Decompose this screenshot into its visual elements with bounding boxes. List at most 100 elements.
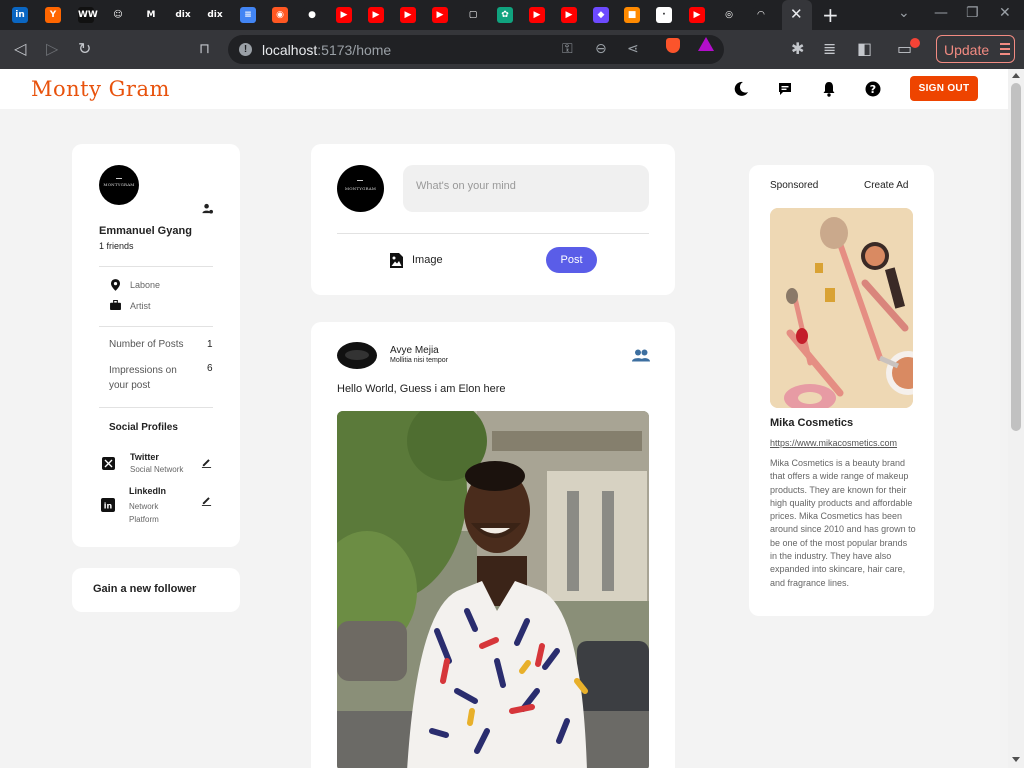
notifications-bell-icon[interactable] <box>820 80 838 98</box>
tab-favicon-docs-icon[interactable]: ≡ <box>240 7 256 23</box>
ad-website-link[interactable]: https://www.mikacosmetics.com <box>770 438 897 448</box>
gain-follower-card[interactable]: Gain a new follower <box>72 568 240 612</box>
extensions-icon[interactable]: ✱ <box>791 39 804 59</box>
social-name-twitter[interactable]: Twitter <box>130 452 159 462</box>
share-icon[interactable]: ⋖ <box>627 41 639 57</box>
tab-favicon-youtube-icon[interactable]: ▶ <box>368 7 384 23</box>
tab-favicon-chatgpt-icon[interactable]: ✿ <box>497 7 513 23</box>
social-profiles-title: Social Profiles <box>109 422 178 433</box>
tab-favicon-youtube-icon[interactable]: ▶ <box>336 7 352 23</box>
profile-name[interactable]: Emmanuel Gyang <box>99 225 192 237</box>
messages-icon[interactable] <box>776 80 794 98</box>
key-icon[interactable]: ⚿ <box>562 41 573 57</box>
x-twitter-icon <box>102 457 115 470</box>
page-scrollbar[interactable] <box>1008 69 1024 768</box>
ad-image[interactable] <box>770 208 913 408</box>
tab-favicon-youtube-icon[interactable]: ▶ <box>432 7 448 23</box>
friends-count: 1 friends <box>99 241 134 251</box>
tab-search-icon[interactable]: ⌄ <box>898 5 910 21</box>
tab-favicon-gauge-icon[interactable]: ◠ <box>753 7 769 23</box>
briefcase-icon <box>110 300 121 310</box>
location-pin-icon <box>111 279 120 291</box>
tab-favicon-app-orange-icon[interactable]: ◉ <box>272 7 288 23</box>
close-window-icon[interactable]: ✕ <box>999 5 1011 21</box>
post-author-subtitle: Mollitia nisi tempor <box>390 357 448 364</box>
post-caption: Hello World, Guess i am Elon here <box>337 383 506 395</box>
post-photo-illustration <box>337 411 649 768</box>
forward-icon[interactable]: ▷ <box>46 39 58 59</box>
linkedin-icon: in <box>101 498 115 512</box>
bookmark-icon[interactable]: ⊓ <box>199 39 210 59</box>
tab-favicon-proton-icon[interactable]: ◆ <box>593 7 609 23</box>
tab-favicon-frame-icon[interactable]: ▢ <box>465 7 481 23</box>
tab-favicon-youtube-icon[interactable]: ▶ <box>561 7 577 23</box>
social-type-twitter: Social Network <box>130 465 184 474</box>
back-icon[interactable]: ◁ <box>14 39 26 59</box>
scroll-up-arrow-icon[interactable] <box>1012 73 1020 78</box>
dark-mode-moon-icon[interactable] <box>732 80 750 98</box>
gain-follower-title: Gain a new follower <box>93 583 197 595</box>
ad-cosmetics-illustration <box>770 208 913 408</box>
edit-pencil-icon[interactable] <box>201 457 212 468</box>
brave-rewards-icon[interactable] <box>698 37 714 51</box>
restore-icon[interactable]: ❐ <box>966 5 979 21</box>
tab-favicon-ycombinator-icon[interactable]: Y <box>45 7 61 23</box>
tab-favicon-youtube-icon[interactable]: ▶ <box>529 7 545 23</box>
post-photo[interactable] <box>337 411 649 768</box>
post-input-container[interactable] <box>403 165 649 212</box>
composer-avatar[interactable]: MONTYGRAM <box>337 165 384 212</box>
edit-pencil-icon[interactable] <box>201 495 212 506</box>
tab-favicon-dix-icon[interactable]: dix <box>175 7 191 23</box>
tab-favicon-youtube-icon[interactable]: ▶ <box>400 7 416 23</box>
post-input[interactable] <box>416 180 636 192</box>
tab-favicon-www-icon[interactable]: WW <box>78 7 98 23</box>
tab-favicon-cube-icon[interactable]: ■ <box>624 7 640 23</box>
menu-icon[interactable] <box>1000 43 1010 55</box>
svg-text:in: in <box>104 502 113 511</box>
image-upload-icon[interactable] <box>390 253 403 268</box>
post-author-avatar[interactable] <box>337 342 377 369</box>
zoom-icon[interactable]: ⊖ <box>595 41 607 57</box>
tab-favicon-youtube-icon[interactable]: ▶ <box>689 7 705 23</box>
image-button-label[interactable]: Image <box>412 254 443 266</box>
divider <box>99 407 213 408</box>
tab-favicon-github-icon[interactable]: ● <box>304 7 320 23</box>
tab-favicon-dix2-icon[interactable]: dix <box>207 7 223 23</box>
ad-brand-name[interactable]: Mika Cosmetics <box>770 417 853 429</box>
playlist-icon[interactable]: ≣ <box>823 39 836 59</box>
create-ad-link[interactable]: Create Ad <box>864 180 908 191</box>
address-bar[interactable]: ! localhost:5173/home ⚿ ⊖ ⋖ <box>228 35 724 64</box>
url-text[interactable]: localhost:5173/home <box>262 42 391 58</box>
social-name-linkedin[interactable]: LinkedIn <box>129 486 166 496</box>
minimize-icon[interactable]: — <box>934 5 948 21</box>
close-tab-icon[interactable]: ✕ <box>790 5 803 23</box>
profile-card: MONTYGRAM Emmanuel Gyang 1 friends Labon… <box>72 144 240 547</box>
scroll-down-arrow-icon[interactable] <box>1012 757 1020 762</box>
tab-favicon-gmail-icon[interactable]: M <box>143 7 159 23</box>
update-button[interactable]: Update <box>936 35 1015 63</box>
post-button[interactable]: Post <box>546 247 597 273</box>
brave-shield-icon[interactable] <box>666 38 680 53</box>
help-icon[interactable]: ? <box>864 80 882 98</box>
sign-out-button[interactable]: SIGN OUT <box>910 76 978 101</box>
add-friend-icon[interactable] <box>632 349 650 362</box>
tab-favicon-smiley-icon[interactable]: ☺ <box>110 7 126 23</box>
wallet-notification-dot <box>910 38 920 48</box>
profile-avatar[interactable]: MONTYGRAM <box>99 165 139 205</box>
tab-favicon-linkedin-icon[interactable]: in <box>12 7 28 23</box>
sponsored-label: Sponsored <box>770 180 819 191</box>
location-text: Labone <box>130 280 161 290</box>
stat-value-posts: 1 <box>207 339 213 350</box>
tab-favicon-ring-icon[interactable]: ◎ <box>721 7 737 23</box>
occupation-text: Artist <box>130 301 151 311</box>
post-author-name[interactable]: Avye Mejia <box>390 345 439 356</box>
new-tab-icon[interactable]: + <box>822 3 839 27</box>
tab-favicon-blank-icon[interactable]: · <box>656 7 672 23</box>
reload-icon[interactable]: ↻ <box>78 39 91 59</box>
site-info-icon[interactable]: ! <box>239 43 252 56</box>
sidebar-icon[interactable]: ◧ <box>857 39 872 59</box>
app-logo[interactable]: Monty Gram <box>31 77 170 101</box>
manage-account-icon[interactable] <box>202 203 213 214</box>
scroll-thumb[interactable] <box>1011 83 1021 431</box>
browser-toolbar: ◁ ▷ ↻ ⊓ ! localhost:5173/home ⚿ ⊖ ⋖ ✱ ≣ … <box>0 30 1024 69</box>
